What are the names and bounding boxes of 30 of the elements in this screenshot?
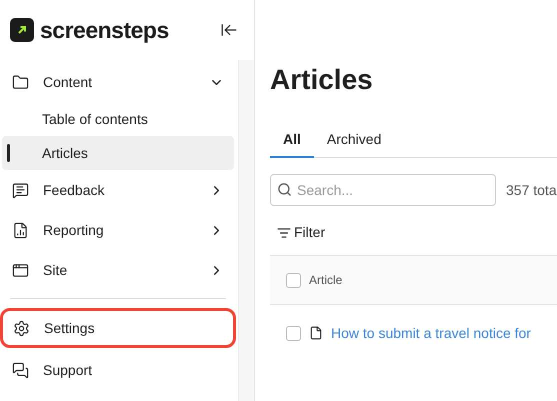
report-icon (12, 222, 29, 238)
collapse-sidebar-icon[interactable] (220, 21, 238, 39)
sidebar-item[interactable]: Content (2, 62, 234, 102)
sidebar-item[interactable]: Feedback (2, 170, 234, 210)
document-icon (309, 326, 323, 340)
search-field[interactable]: Search... (270, 174, 496, 206)
settings-icon (13, 320, 30, 336)
sidebar-subitem[interactable]: Table of contents (2, 102, 234, 136)
filter-icon (277, 226, 291, 240)
sidebar-subitem[interactable]: Articles (2, 136, 234, 170)
sidebar-item-highlighted[interactable]: Settings (0, 308, 236, 348)
filter-button[interactable]: Filter (270, 222, 326, 243)
message-icon (12, 182, 29, 198)
logo-text: screensteps (40, 16, 170, 45)
total-count: 357 tota (506, 180, 557, 200)
folder-icon (12, 74, 29, 90)
page-title: Articles (270, 63, 374, 97)
sidebar-item[interactable]: Support (2, 350, 234, 390)
tab[interactable]: Archived (314, 122, 394, 158)
search-icon (277, 182, 292, 197)
chat-bubbles-icon (12, 362, 29, 378)
sidebar-item[interactable]: Reporting (2, 210, 234, 250)
tab[interactable]: All (270, 122, 314, 158)
column-header: Article (309, 272, 342, 289)
checkbox[interactable] (286, 272, 301, 288)
article-link[interactable]: How to submit a travel notice for (331, 322, 531, 344)
checkbox[interactable] (286, 326, 301, 340)
logo-icon (10, 18, 34, 42)
sidebar-item[interactable]: Site (2, 250, 234, 290)
browser-window-icon (12, 262, 29, 278)
